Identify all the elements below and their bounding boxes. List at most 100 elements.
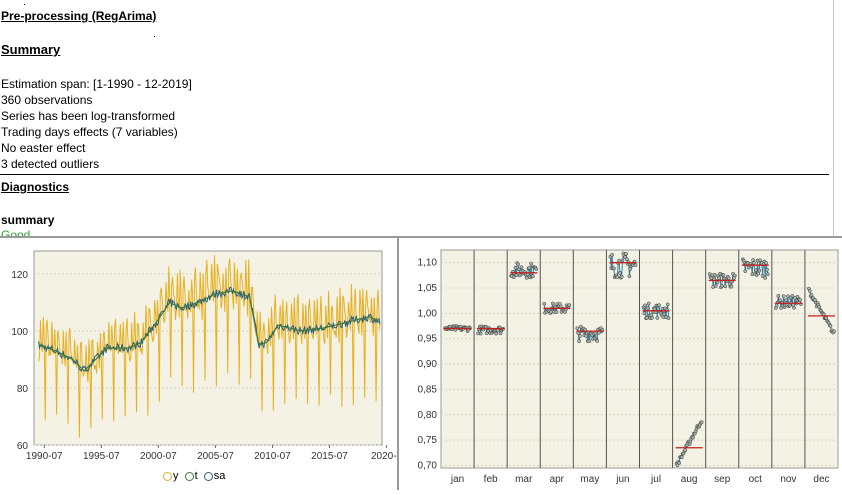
diagnostics-status: Good [1,228,31,236]
seasonal-factor-point [494,331,499,336]
month-label: oct [749,474,763,485]
diagnostics-title[interactable]: Diagnostics [1,180,69,194]
summary-title[interactable]: Summary [1,42,60,57]
seasonal-factor-point [617,258,621,263]
x-tick-label: 2000-07 [140,451,177,462]
section-divider [0,174,829,175]
seasonal-factor-point [620,258,625,263]
seasonal-factor-point [534,267,539,271]
seasonal-factor-point [763,276,768,280]
seasonal-factor-point [776,293,781,298]
seasonal-factor-point [650,315,654,320]
seasonal-factor-point [527,266,532,270]
seasonal-factor-point [519,265,524,270]
x-tick-label: 2005-07 [197,451,234,462]
seasonal-factor-point [765,272,770,277]
seasonal-factor-point [478,331,483,336]
seasonal-factor-point [732,273,737,278]
seasonal-factor-point [715,280,720,285]
seasonal-factor-point [757,268,762,273]
seasonal-factor-point [713,284,718,288]
seasonal-factor-point [809,293,814,297]
y-tick-label: 0,95 [418,334,438,345]
seasonal-factor-point [516,262,520,267]
seasonal-factor-point [729,284,734,289]
legend-y-label: y [173,470,179,482]
legend-y-marker [163,471,172,481]
seasonal-factor-point [524,275,529,280]
x-tick-label: 1995-07 [83,451,120,462]
seasonal-factor-point [576,331,581,335]
seasonal-factor-point [751,258,755,262]
seasonal-factor-point [679,455,684,460]
month-label: jan [450,474,464,485]
seasonal-factor-point [595,339,600,343]
seasonal-factor-point [633,263,638,267]
series-chart-svg: 60801001201990-07 1995-07 2000-07 2005-07 20… [11,250,403,462]
seasonal-factors-chart: 0,70 0,75 0,80 0,85 0,90 0,95 1,00 1,05 1,10 jan f… [399,238,842,490]
y-tick-label: 1,00 [418,308,438,319]
report-line: 360 observations [1,93,93,107]
month-label: sep [714,474,731,485]
seasonal-factor-point [627,274,632,279]
x-tick-label: 2020-0 [371,451,397,462]
y-tick-label: 0,90 [418,359,438,370]
seasonal-factor-point [612,266,616,271]
seasonal-factor-point [558,304,563,309]
seasonal-factor-point [578,334,582,338]
y-tick-label: 1,05 [418,283,438,294]
seasonal-factor-point [683,448,688,453]
seasonal-factor-point [615,275,620,279]
seasonal-factor-point [753,268,758,273]
report-line: Series has been log-transformed [1,109,176,123]
seasonal-factor-point [677,461,682,465]
seasonal-factor-point [765,267,769,272]
seasonal-factor-point [828,324,833,328]
preprocessing-title[interactable]: Pre-processing (RegArima) [1,9,156,23]
y-tick-label: 0,75 [418,435,438,446]
seasonal-factor-point [542,301,547,306]
seasonal-factor-point [784,298,789,303]
legend-t-label: t [194,470,198,482]
seasonal-factor-point [530,274,535,279]
seasonal-factor-point [577,339,581,344]
seasonal-factor-point [666,316,671,320]
seasonal-factor-point [567,303,572,307]
report-line: Trading days effects (7 variables) [1,125,178,139]
seasonal-factor-point [726,276,731,281]
seasonal-factor-point [625,257,629,262]
seasonal-factor-point [723,284,728,289]
y-tick-label: 120 [11,270,28,281]
seasonal-factor-point [587,339,592,344]
seasonal-factor-point [655,316,660,320]
report-scrollbar[interactable] [833,0,842,236]
legend-sa-label: sa [213,470,226,482]
seasonal-factor-point [657,303,661,308]
stray-dot [154,36,155,37]
month-label: jun [615,474,629,485]
month-label: nov [780,474,796,485]
seasonal-factor-point [645,306,650,311]
seasonal-factor-point [643,303,648,308]
seasonal-factor-point [752,261,756,265]
month-label: aug [681,474,698,485]
seasonal-factor-point [618,270,622,275]
seasonal-factor-point [699,420,704,424]
report-panel: Pre-processing (RegArima) Summary Estima… [0,0,842,236]
seasonal-factor-point [642,311,647,316]
seasonal-factor-point [619,274,624,279]
month-label: mar [515,474,533,485]
seasonal-factor-point [719,284,724,288]
seasonal-factor-point [529,261,533,266]
seasonal-factor-point [554,310,559,314]
seasonal-factor-point [551,301,555,306]
seasonal-factor-point [593,331,598,336]
seasonal-factor-point [798,297,802,302]
seasonal-factor-point [514,273,519,277]
y-tick-label: 0,80 [418,410,438,421]
month-label: apr [550,474,565,485]
seasonal-factor-point [513,265,518,270]
seasonal-factor-point [713,272,717,277]
series-chart: 60 80 100 120 1990-07 1995-07 2000-07 2005-07 20… [0,238,403,490]
legend-sa-marker [203,471,213,481]
